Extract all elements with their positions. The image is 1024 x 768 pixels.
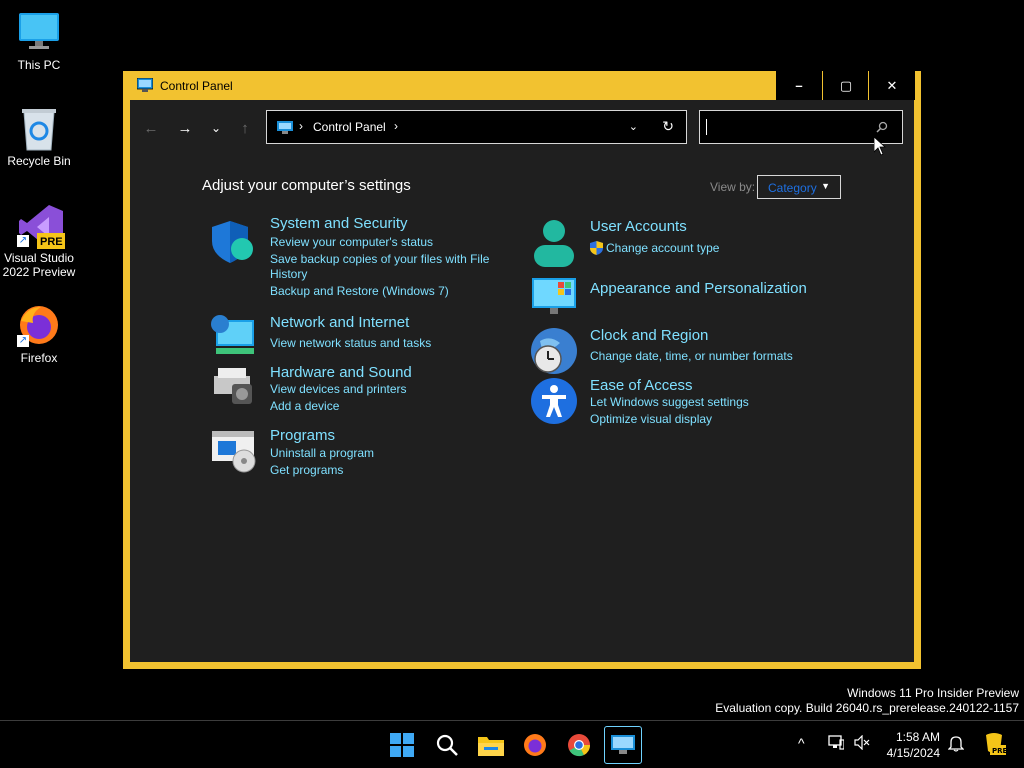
shield-icon	[210, 219, 258, 267]
folder-icon	[478, 737, 504, 756]
search-taskbar-button[interactable]	[429, 727, 465, 763]
chrome-icon	[568, 734, 591, 757]
view-by-value: Category	[768, 181, 817, 195]
watermark-line-1: Windows 11 Pro Insider Preview	[847, 686, 1019, 700]
breadcrumb-separator[interactable]: ›	[299, 119, 303, 133]
back-button[interactable]: ←	[141, 118, 161, 138]
system-clock[interactable]: 1:58 AM 4/15/2024	[880, 729, 940, 761]
link-save-backup-cont[interactable]: History	[270, 267, 307, 282]
link-windows-suggest-settings[interactable]: Let Windows suggest settings	[590, 395, 749, 410]
link-uninstall-program[interactable]: Uninstall a program	[270, 446, 374, 461]
windows-logo-icon	[390, 733, 414, 757]
category-title[interactable]: Appearance and Personalization	[590, 280, 807, 297]
control-panel-window: Control Panel – ▢ ✕ ← → ⌄ ↑ › Control Pa…	[123, 71, 921, 669]
clock-time: 1:58 AM	[895, 730, 940, 744]
maximize-button[interactable]: ▢	[822, 71, 869, 100]
control-panel-icon	[136, 77, 154, 92]
recent-locations-button[interactable]: ⌄	[206, 118, 226, 138]
link-view-network-status[interactable]: View network status and tasks	[270, 336, 431, 351]
firefox-taskbar-button[interactable]	[517, 727, 553, 763]
mouse-cursor-icon	[874, 137, 886, 156]
link-change-account-type[interactable]: Change account type	[606, 241, 719, 256]
pre-badge: PRE	[40, 236, 63, 248]
link-save-backup[interactable]: Save backup copies of your files with Fi…	[270, 252, 489, 267]
uac-shield-icon	[590, 241, 603, 255]
chevron-down-icon[interactable]: ⌄	[629, 120, 638, 133]
address-bar[interactable]: › Control Panel › ⌄ ↻	[266, 110, 687, 144]
search-box[interactable]	[699, 110, 903, 144]
up-button[interactable]: ↑	[235, 118, 255, 138]
network-icon[interactable]	[828, 735, 844, 750]
svg-text:PRE: PRE	[992, 747, 1006, 755]
page-title: Adjust your computer’s settings	[202, 177, 411, 194]
visual-studio-icon: PRE ↗	[17, 203, 65, 249]
link-review-status[interactable]: Review your computer's status	[270, 235, 433, 250]
monitor-icon	[17, 10, 61, 54]
desktop-icon-label: Firefox	[20, 351, 58, 365]
programs-icon	[210, 427, 258, 475]
copilot-preview-icon[interactable]: PRE	[982, 731, 1006, 757]
category-title[interactable]: System and Security	[270, 215, 408, 232]
firefox-icon: ↗	[17, 303, 61, 347]
search-icon[interactable]	[876, 121, 888, 133]
chrome-taskbar-button[interactable]	[561, 727, 597, 763]
clock-date: 4/15/2024	[886, 746, 940, 760]
link-add-device[interactable]: Add a device	[270, 399, 339, 414]
category-title[interactable]: Clock and Region	[590, 327, 708, 344]
category-title[interactable]: Network and Internet	[270, 314, 409, 331]
desktop-icon-label: Visual Studio 2022 Preview	[2, 251, 76, 279]
accessibility-icon	[530, 377, 578, 425]
category-title[interactable]: Hardware and Sound	[270, 364, 412, 381]
tray-overflow-chevron[interactable]: ^	[798, 735, 805, 751]
link-optimize-visual-display[interactable]: Optimize visual display	[590, 412, 712, 427]
link-change-date-time[interactable]: Change date, time, or number formats	[590, 349, 793, 364]
forward-button[interactable]: →	[175, 118, 195, 138]
category-title[interactable]: Programs	[270, 427, 335, 444]
file-explorer-button[interactable]	[473, 727, 509, 763]
link-view-devices[interactable]: View devices and printers	[270, 382, 407, 397]
watermark-line-2: Evaluation copy. Build 26040.rs_prerelea…	[715, 701, 1019, 715]
navigation-toolbar: ← → ⌄ ↑ › Control Panel › ⌄ ↻	[130, 100, 914, 158]
user-icon	[530, 218, 578, 267]
taskbar: ^ 1:58 AM 4/15/2024 PRE	[0, 720, 1024, 768]
title-bar[interactable]: Control Panel – ▢ ✕	[123, 71, 921, 100]
text-caret	[706, 119, 707, 135]
recycle-bin-icon	[17, 106, 61, 151]
firefox-icon	[524, 734, 546, 756]
network-globe-icon	[210, 314, 258, 362]
control-panel-taskbar-button[interactable]	[604, 726, 642, 764]
view-by-dropdown[interactable]: Category ▼	[757, 175, 841, 199]
close-button[interactable]: ✕	[868, 71, 915, 100]
dropdown-arrow-icon: ▼	[821, 181, 830, 191]
category-title[interactable]: User Accounts	[590, 218, 687, 235]
view-by-label: View by:	[710, 180, 756, 194]
desktop-icon-firefox[interactable]: ↗ Firefox	[1, 303, 77, 365]
desktop-icon-recycle-bin[interactable]: Recycle Bin	[1, 106, 77, 168]
shortcut-arrow-icon: ↗	[17, 235, 29, 247]
volume-muted-icon[interactable]	[854, 735, 870, 750]
notification-bell-icon[interactable]	[948, 735, 964, 752]
desktop-icon-label: Recycle Bin	[7, 154, 71, 168]
appearance-icon	[530, 276, 578, 324]
refresh-icon[interactable]: ↻	[662, 118, 674, 135]
search-input[interactable]	[705, 118, 869, 138]
search-icon	[436, 734, 458, 756]
printer-icon	[210, 364, 258, 412]
control-panel-icon	[277, 121, 293, 134]
desktop-icon-visual-studio[interactable]: PRE ↗ Visual Studio 2022 Preview	[1, 203, 77, 279]
start-button[interactable]	[384, 727, 420, 763]
shortcut-arrow-icon: ↗	[17, 335, 29, 347]
breadcrumb-separator[interactable]: ›	[394, 119, 398, 133]
control-panel-icon	[611, 735, 635, 754]
content-area: Adjust your computer’s settings View by:…	[130, 158, 914, 662]
link-get-programs[interactable]: Get programs	[270, 463, 343, 478]
desktop-icon-this-pc[interactable]: This PC	[1, 10, 77, 72]
category-title[interactable]: Ease of Access	[590, 377, 693, 394]
minimize-button[interactable]: –	[775, 71, 822, 100]
link-backup-restore[interactable]: Backup and Restore (Windows 7)	[270, 284, 449, 299]
window-title: Control Panel	[160, 79, 233, 93]
breadcrumb-control-panel[interactable]: Control Panel	[313, 120, 386, 134]
desktop-icon-label: This PC	[17, 58, 61, 72]
clock-globe-icon	[530, 327, 578, 375]
